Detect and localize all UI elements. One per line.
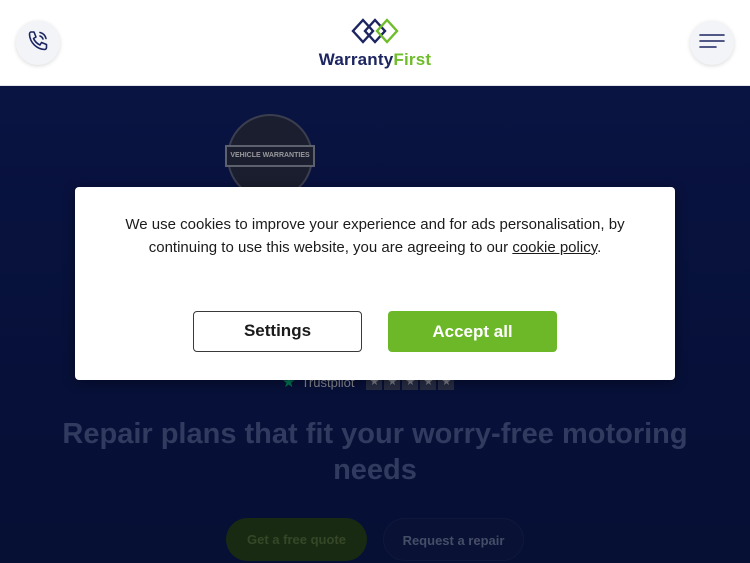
- logo-diamonds-icon: [351, 17, 399, 49]
- cookie-message: We use cookies to improve your experienc…: [105, 214, 645, 259]
- cookie-message-end: .: [597, 238, 602, 256]
- logo-wordmark: WarrantyFirst: [319, 50, 432, 70]
- cookie-policy-link[interactable]: cookie policy: [512, 239, 597, 256]
- accept-all-cookies-button[interactable]: Accept all: [388, 311, 557, 352]
- logo-text-first: First: [393, 49, 432, 69]
- phone-icon: [25, 28, 51, 59]
- logo-text-warranty: Warranty: [318, 49, 394, 69]
- phone-button[interactable]: [16, 21, 60, 65]
- cookie-settings-button[interactable]: Settings: [193, 311, 362, 352]
- cookie-consent-dialog: We use cookies to improve your experienc…: [75, 187, 675, 380]
- menu-button[interactable]: [690, 21, 734, 65]
- site-header: WarrantyFirst: [0, 0, 750, 86]
- hamburger-menu-icon: [699, 33, 725, 54]
- warranty-first-logo[interactable]: WarrantyFirst: [319, 17, 432, 70]
